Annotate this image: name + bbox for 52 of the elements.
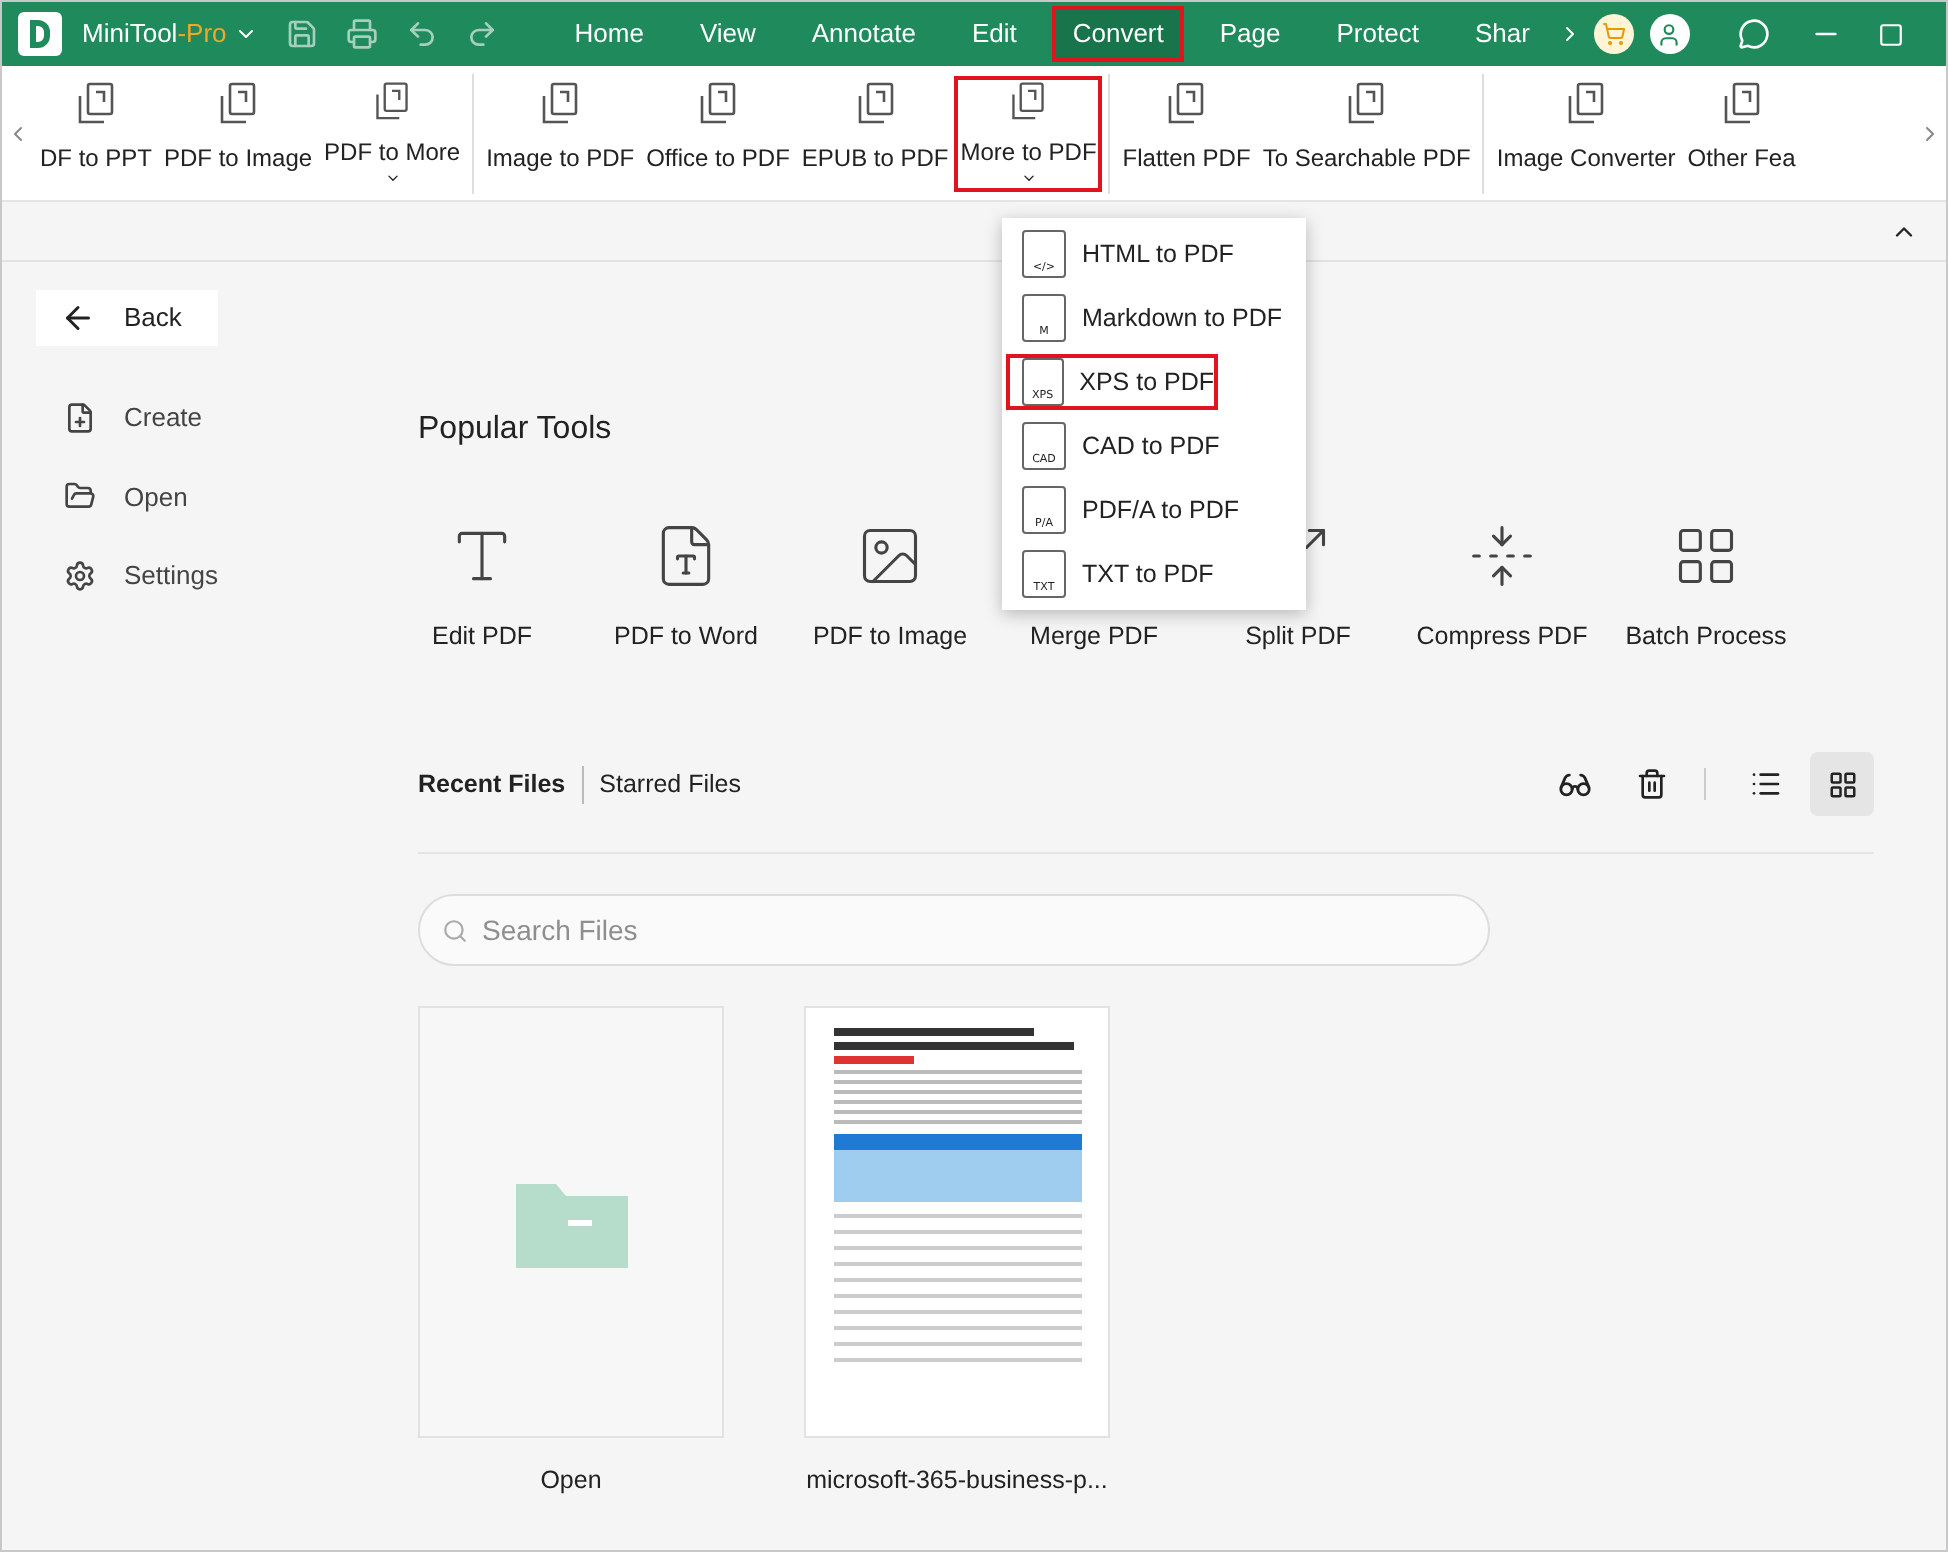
- ribbon-button[interactable]: More to PDF: [954, 75, 1103, 191]
- ribbon-button[interactable]: Image Converter: [1490, 75, 1682, 191]
- ribbon-button[interactable]: To Searchable PDF: [1256, 75, 1477, 191]
- redo-icon[interactable]: [466, 18, 499, 50]
- ribbon-button[interactable]: Office to PDF: [640, 75, 796, 191]
- tool-button[interactable]: Compress PDF: [1418, 522, 1586, 656]
- ribbon-button[interactable]: PDF to Image: [158, 75, 319, 191]
- sidebar-item[interactable]: Open: [64, 477, 418, 516]
- grid-icon: [1827, 769, 1857, 800]
- chat-icon[interactable]: [1737, 18, 1770, 50]
- document-thumbnail[interactable]: [804, 1005, 1110, 1438]
- ribbon-button[interactable]: Flatten PDF: [1116, 75, 1257, 191]
- ribbon-button[interactable]: DF to PPT: [34, 75, 159, 191]
- file-plus-icon: [64, 401, 96, 434]
- ribbon-button[interactable]: PDF to More: [318, 75, 467, 191]
- menu-tab[interactable]: Convert: [1052, 6, 1184, 62]
- folder-icon: [64, 480, 96, 513]
- app-name: MiniTool-Pro: [82, 16, 227, 53]
- grid-view-button[interactable]: [1810, 752, 1874, 817]
- ribbon-button[interactable]: Other Fea: [1681, 75, 1802, 191]
- sidebar-item[interactable]: Create: [64, 398, 418, 437]
- menu-tab[interactable]: Protect: [1316, 6, 1439, 62]
- settings-icon: [64, 559, 96, 592]
- menu-tab[interactable]: Page: [1199, 6, 1301, 62]
- undo-icon[interactable]: [406, 18, 439, 50]
- maximize-icon[interactable]: [1877, 21, 1904, 47]
- file-tab[interactable]: Starred Files: [583, 765, 757, 804]
- file-tab[interactable]: Recent Files: [418, 765, 584, 804]
- delete-icon[interactable]: [1636, 768, 1668, 801]
- tool-button[interactable]: Batch Process: [1622, 522, 1790, 656]
- print-icon[interactable]: [346, 18, 379, 50]
- save-icon[interactable]: [286, 18, 319, 50]
- search-icon: [442, 917, 468, 944]
- back-button[interactable]: Back: [36, 290, 218, 346]
- menu-tab[interactable]: Home: [554, 6, 664, 62]
- menu-tab[interactable]: Annotate: [791, 6, 936, 62]
- avatar-icon[interactable]: [1649, 14, 1690, 54]
- file-label: microsoft-365-business-p...: [806, 1463, 1108, 1498]
- list-icon: [1750, 768, 1782, 801]
- tool-button[interactable]: PDF to Image: [806, 522, 974, 656]
- tool-button[interactable]: PDF to Word: [602, 522, 770, 656]
- menu-tab[interactable]: Edit: [951, 6, 1037, 62]
- file-label: Open: [540, 1463, 602, 1498]
- ribbon-button[interactable]: Image to PDF: [480, 75, 641, 191]
- compress-icon: [1468, 522, 1536, 590]
- search-field[interactable]: Search Files: [418, 893, 1490, 966]
- app-logo-icon: [18, 12, 62, 56]
- cart-icon[interactable]: [1593, 14, 1634, 54]
- menu-tab[interactable]: Shar: [1454, 6, 1550, 62]
- section-title: Popular Tools: [418, 410, 612, 450]
- menu-tab[interactable]: View: [679, 6, 776, 62]
- ribbon-button[interactable]: EPUB to PDF: [795, 75, 955, 191]
